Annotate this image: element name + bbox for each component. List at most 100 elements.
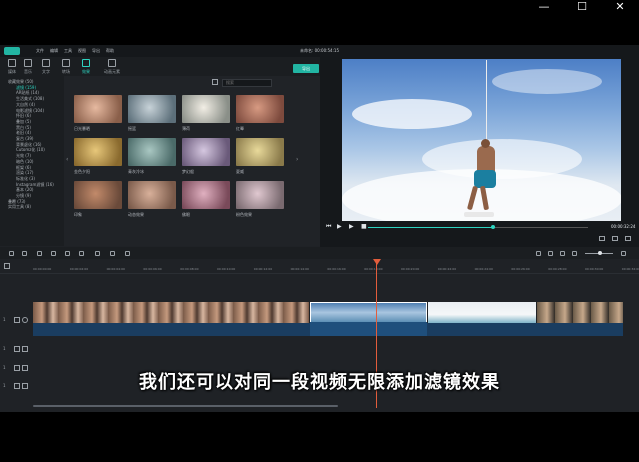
- lock-icon[interactable]: [14, 317, 20, 323]
- color-icon[interactable]: [95, 251, 100, 256]
- add-track-icon[interactable]: [4, 263, 10, 269]
- lock-icon[interactable]: [14, 346, 20, 352]
- effect-label: 青灰冷冰: [128, 169, 144, 174]
- zoom-in-icon[interactable]: [621, 251, 626, 256]
- tab-label: 效果: [82, 69, 90, 74]
- grid-view-icon[interactable]: [212, 79, 218, 85]
- effect-thumbnail[interactable]: [182, 138, 230, 166]
- voiceover-icon[interactable]: [560, 251, 565, 256]
- track-number: 1: [3, 317, 6, 322]
- text-icon: [42, 59, 50, 67]
- render-icon[interactable]: [536, 251, 541, 256]
- ruler-tick-label: 00:00:22:00: [437, 267, 457, 271]
- fullscreen-icon[interactable]: [625, 236, 631, 241]
- ruler-tick-label: 00:00:10:00: [217, 267, 236, 271]
- effect-thumbnail[interactable]: [74, 95, 122, 123]
- eye-icon[interactable]: [22, 317, 28, 323]
- clip-effect-bar[interactable]: [310, 322, 427, 336]
- effect-thumbnail[interactable]: [128, 181, 176, 209]
- redo-icon[interactable]: [22, 251, 27, 256]
- ruler-tick-label: 00:00:20:00: [401, 267, 420, 271]
- app-logo: [4, 47, 20, 55]
- effect-label: 粉色效果: [236, 212, 252, 217]
- kitesurfer-shorts: [474, 170, 496, 188]
- video-clip[interactable]: [537, 302, 623, 323]
- ruler-tick-label: 00:00:12:00: [253, 267, 273, 271]
- crop-icon[interactable]: [65, 251, 70, 256]
- audio-icon[interactable]: [110, 251, 115, 256]
- speed-icon[interactable]: [79, 251, 84, 256]
- maximize-button[interactable]: ☐: [566, 0, 598, 14]
- tab-label: 音乐: [24, 69, 32, 74]
- effect-label: 夏威: [236, 169, 244, 174]
- effect-thumbnail[interactable]: [128, 95, 176, 123]
- menu-export[interactable]: 导出: [92, 48, 100, 54]
- tab-elements[interactable]: 动画元素: [102, 59, 122, 74]
- video-clip-selected[interactable]: [310, 302, 427, 323]
- tab-label: 动画元素: [104, 69, 120, 74]
- delete-icon[interactable]: [37, 251, 42, 256]
- effect-label: 日光暴晒: [74, 126, 90, 131]
- export-button[interactable]: 导出: [293, 64, 319, 73]
- menu-tools[interactable]: 工具: [64, 48, 72, 54]
- effect-label: 红晕: [236, 126, 244, 131]
- timecode: 00:00:32:24: [611, 224, 636, 229]
- tab-text[interactable]: 文字: [36, 59, 56, 74]
- menu-edit[interactable]: 编辑: [50, 48, 58, 54]
- effect-thumbnail[interactable]: [182, 95, 230, 123]
- ruler-tick-label: 00:00:28:00: [548, 267, 567, 271]
- element-icon: [108, 59, 116, 67]
- prev-frame-icon[interactable]: ⏮: [326, 223, 331, 231]
- effect-label: 金色夕阳: [74, 169, 90, 174]
- ruler-tick-label: 00:00:18:00: [364, 267, 383, 271]
- timeline-scrollbar[interactable]: [33, 405, 338, 407]
- chevron-left-icon[interactable]: ‹: [66, 156, 68, 163]
- effect-icon: [82, 59, 90, 67]
- zoom-out-icon[interactable]: [572, 251, 577, 256]
- subtitle-caption: 我们还可以对同一段视频无限添加滤镜效果: [139, 372, 500, 393]
- track-number: 1: [3, 346, 6, 351]
- zoom-handle[interactable]: [598, 251, 602, 255]
- video-clip[interactable]: [428, 302, 536, 323]
- minimize-button[interactable]: —: [528, 0, 560, 14]
- cut-icon[interactable]: [51, 251, 56, 256]
- effect-label: 印象: [74, 212, 82, 217]
- music-icon: [24, 59, 32, 67]
- effect-thumbnail[interactable]: [236, 181, 284, 209]
- time-ruler[interactable]: [0, 259, 639, 274]
- next-frame-icon[interactable]: ▶: [349, 223, 354, 230]
- undo-icon[interactable]: [9, 251, 14, 256]
- effect-label: 摇篮: [128, 126, 136, 131]
- video-clip[interactable]: [33, 302, 309, 323]
- effect-thumbnail[interactable]: [236, 138, 284, 166]
- cloud: [492, 69, 602, 94]
- speaker-icon[interactable]: [22, 346, 28, 352]
- effect-thumbnail[interactable]: [236, 95, 284, 123]
- effect-thumbnail[interactable]: [128, 138, 176, 166]
- menu-file[interactable]: 文件: [36, 48, 44, 54]
- effect-thumbnail[interactable]: [74, 181, 122, 209]
- tab-transition[interactable]: 转场: [56, 59, 76, 74]
- snapshot-icon[interactable]: [599, 236, 605, 241]
- effect-thumbnail[interactable]: [182, 181, 230, 209]
- green-screen-icon[interactable]: [125, 251, 130, 256]
- effect-label: 动态效果: [128, 212, 144, 217]
- menu-help[interactable]: 帮助: [106, 48, 114, 54]
- category-item[interactable]: 实用工具 (8): [8, 204, 31, 210]
- effect-label: 薄荷: [182, 126, 190, 131]
- search-input[interactable]: 搜索: [222, 79, 272, 87]
- volume-icon[interactable]: [612, 236, 618, 241]
- playhead-marker[interactable]: [373, 259, 381, 265]
- stop-icon[interactable]: ■: [361, 223, 367, 230]
- close-button[interactable]: ✕: [604, 0, 636, 14]
- tab-music[interactable]: 音乐: [18, 59, 38, 74]
- effect-thumbnail[interactable]: [74, 138, 122, 166]
- mic-icon[interactable]: [548, 251, 553, 256]
- ruler-tick-label: 00:00:02:00: [69, 267, 89, 271]
- play-icon[interactable]: ▶: [337, 223, 342, 230]
- kite-line: [486, 60, 487, 150]
- tab-effects[interactable]: 效果: [76, 59, 96, 74]
- ruler-tick-label: 00:00:00:00: [33, 267, 52, 271]
- menu-view[interactable]: 视图: [78, 48, 86, 54]
- chevron-right-icon[interactable]: ›: [296, 156, 298, 163]
